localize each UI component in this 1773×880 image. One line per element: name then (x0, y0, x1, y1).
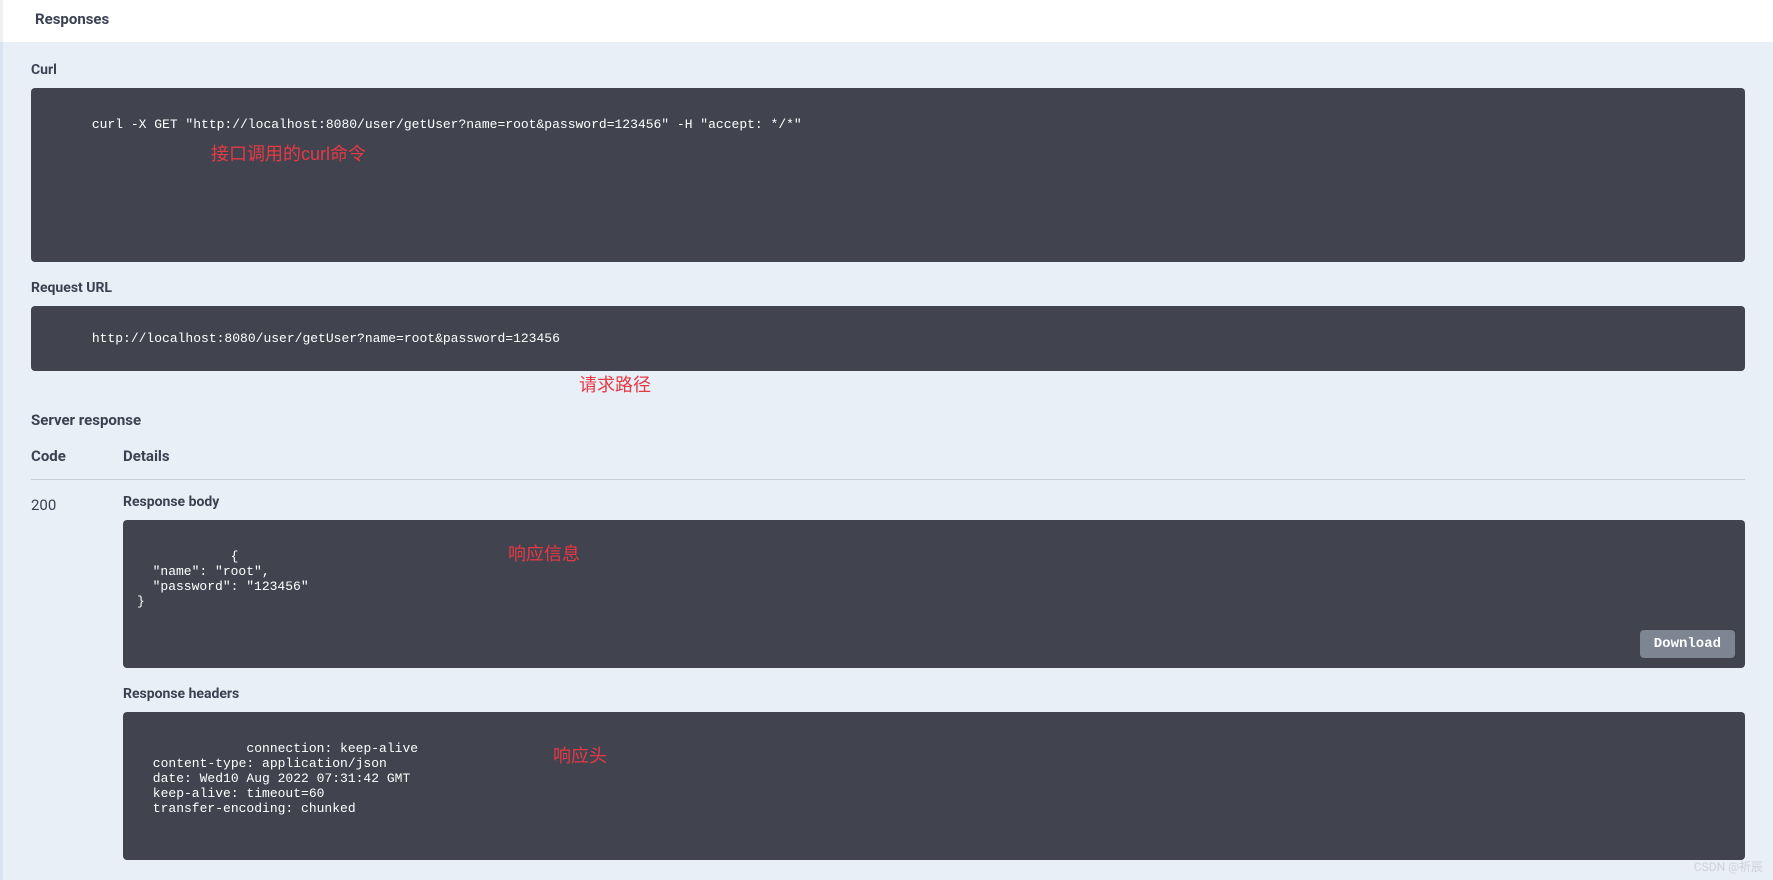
curl-command-text: curl -X GET "http://localhost:8080/user/… (92, 117, 802, 132)
response-table: Code Details 200 Response body { "name":… (31, 447, 1745, 860)
response-body-content: { "name": "root", "password": "123456" } (137, 549, 309, 609)
response-row: 200 Response body { "name": "root", "pas… (31, 494, 1745, 860)
curl-annotation: 接口调用的curl命令 (211, 140, 366, 166)
status-code: 200 (31, 494, 123, 514)
curl-code-block[interactable]: curl -X GET "http://localhost:8080/user/… (31, 88, 1745, 262)
responses-title: Responses (35, 10, 1741, 28)
response-table-header: Code Details (31, 447, 1745, 480)
request-url-text: http://localhost:8080/user/getUser?name=… (92, 331, 560, 346)
response-headers-label: Response headers (123, 686, 1745, 702)
response-headers-content: connection: keep-alive content-type: app… (145, 741, 426, 816)
responses-body: Curl curl -X GET "http://localhost:8080/… (0, 42, 1773, 880)
watermark: CSDN @祈辰 (1694, 858, 1763, 875)
curl-label: Curl (31, 62, 1745, 78)
server-response-label: Server response (31, 411, 1745, 429)
response-headers-annotation: 响应头 (553, 742, 607, 768)
responses-header: Responses (0, 0, 1773, 42)
request-url-annotation: 请求路径 (579, 371, 1745, 397)
request-url-block[interactable]: http://localhost:8080/user/getUser?name=… (31, 306, 1745, 371)
responses-container: Responses Curl curl -X GET "http://local… (0, 0, 1773, 880)
request-url-label: Request URL (31, 280, 1745, 296)
response-body-label: Response body (123, 494, 1745, 510)
details-column-header: Details (123, 447, 1745, 465)
response-body-annotation: 响应信息 (508, 540, 580, 566)
response-body-block[interactable]: { "name": "root", "password": "123456" }… (123, 520, 1745, 668)
code-column-header: Code (31, 447, 123, 465)
response-headers-block[interactable]: connection: keep-alive content-type: app… (123, 712, 1745, 860)
response-details: Response body { "name": "root", "passwor… (123, 494, 1745, 860)
download-button[interactable]: Download (1640, 630, 1735, 658)
